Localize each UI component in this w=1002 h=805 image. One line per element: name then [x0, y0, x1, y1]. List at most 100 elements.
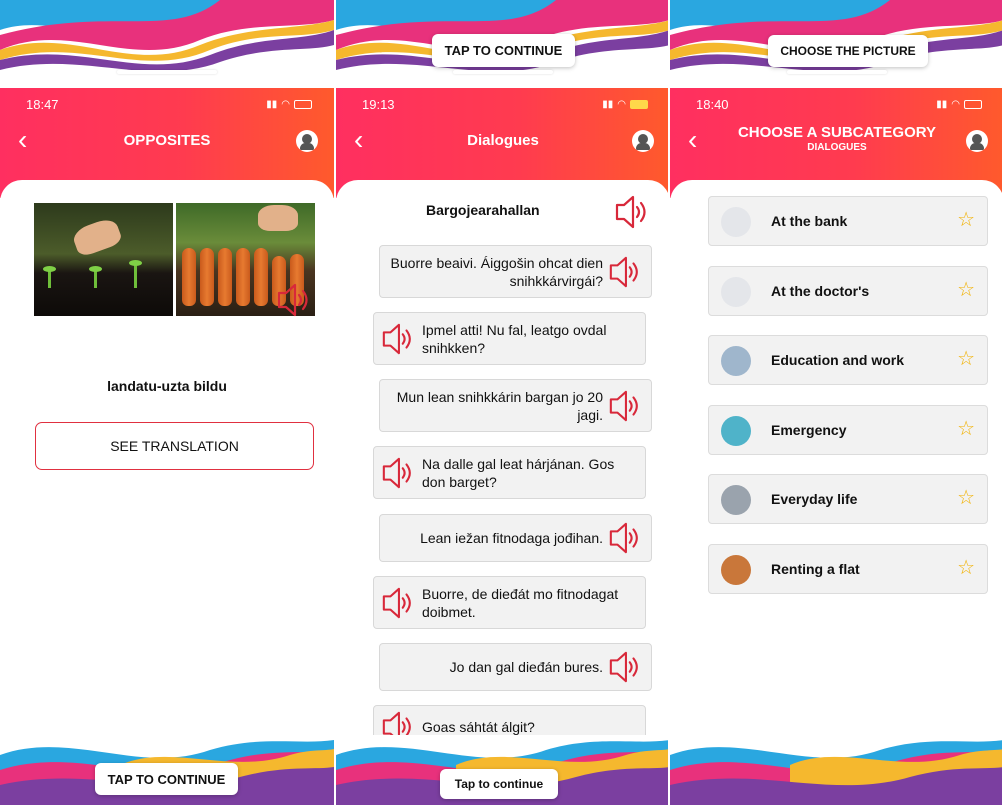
category-thumbnail-icon [721, 346, 751, 376]
subcategory-item[interactable]: Renting a flat ☆ [708, 543, 988, 594]
choose-the-picture-button[interactable]: CHOOSE THE PICTURE [768, 35, 928, 67]
status-time: 19:13 [362, 96, 395, 112]
dialogue-line-text: Ipmel atti! Nu fal, leatgo ovdal snihkke… [422, 322, 607, 356]
speaker-icon[interactable] [607, 255, 643, 289]
subcategory-item[interactable]: At the doctor's ☆ [708, 265, 988, 316]
dialogue-line[interactable]: Mun lean snihkkárin bargan jo 20 jagi. [379, 379, 652, 432]
back-chevron-icon[interactable]: ‹ [688, 126, 697, 154]
page-subtitle: DIALOGUES [807, 142, 867, 153]
drag-handle[interactable] [117, 70, 217, 74]
bottom-wave-banner [670, 735, 1002, 805]
favorite-star-icon[interactable]: ☆ [957, 557, 975, 579]
speaker-icon[interactable] [380, 322, 416, 356]
page-title: Dialogues [467, 132, 539, 149]
carrot-shape [236, 248, 250, 306]
page-title: CHOOSE A SUBCATEGORY DIALOGUES [730, 124, 944, 153]
speaker-icon[interactable] [607, 389, 643, 423]
bottom-wave-banner: TAP TO CONTINUE [0, 735, 334, 805]
content-card: At the bank ☆ At the doctor's ☆ Educatio… [670, 180, 1002, 735]
speaker-icon[interactable] [380, 456, 416, 490]
signal-icon: ▮▮ [266, 98, 278, 110]
category-thumbnail-icon [721, 554, 751, 585]
subcategory-item[interactable]: Education and work ☆ [708, 335, 988, 385]
screen-dialogues: TAP TO CONTINUE 19:13 ▮▮ ◠ ‹ Dialogues B… [334, 0, 668, 805]
status-time: 18:47 [26, 96, 59, 112]
dialogue-line-text: Na dalle gal leat hárjánan. Gos don barg… [422, 456, 615, 490]
signal-icon: ▮▮ [602, 98, 614, 110]
dialogue-line-text: Lean iežan fitnodaga jođihan. [420, 530, 603, 546]
status-icons: ▮▮ ◠ [266, 99, 312, 110]
bottom-wave-banner: Tap to continue [336, 735, 668, 805]
subcategory-list: At the bank ☆ At the doctor's ☆ Educatio… [708, 196, 988, 613]
favorite-star-icon[interactable]: ☆ [957, 418, 975, 440]
favorite-star-icon[interactable]: ☆ [957, 348, 975, 370]
page-title-text: CHOOSE A SUBCATEGORY [737, 124, 937, 141]
sprout-shape [89, 266, 102, 288]
app-screen: 18:47 ▮▮ ◠ ‹ OPPOSITES landatu-uzta bild… [0, 88, 334, 735]
app-screen: 18:40 ▮▮ ◠ ‹ CHOOSE A SUBCATEGORY DIALOG… [670, 88, 1002, 735]
back-chevron-icon[interactable]: ‹ [18, 126, 27, 154]
speaker-icon[interactable] [607, 521, 643, 555]
sprout-shape [129, 260, 142, 288]
dialogue-line-text: Buorre, de dieđát mo fitnodagat doibmet. [422, 586, 619, 620]
picture-pair [34, 203, 315, 316]
tap-to-continue-button[interactable]: TAP TO CONTINUE [432, 34, 575, 67]
status-time: 18:40 [696, 96, 729, 112]
dialogue-line[interactable]: Jo dan gal dieđán bures. [379, 643, 652, 691]
profile-avatar-icon[interactable] [296, 130, 318, 152]
phrase-text: landatu-uzta bildu [107, 378, 227, 394]
speaker-icon[interactable] [607, 650, 643, 684]
subcategory-label: Education and work [771, 352, 905, 368]
carrot-shape [218, 248, 232, 306]
planting-image [34, 203, 173, 316]
dialogue-line[interactable]: Buorre beaivi. Áiggošin ohcat dien snihk… [379, 245, 652, 298]
top-wave-banner: CHOOSE THE PICTURE [670, 0, 1002, 88]
subcategory-label: At the bank [771, 213, 848, 229]
see-translation-button[interactable]: SEE TRANSLATION [35, 422, 314, 470]
tap-to-continue-button[interactable]: Tap to continue [440, 769, 558, 799]
favorite-star-icon[interactable]: ☆ [957, 487, 975, 509]
speaker-icon[interactable] [612, 194, 652, 230]
profile-avatar-icon[interactable] [632, 130, 654, 152]
subcategory-label: At the doctor's [771, 282, 870, 299]
status-icons: ▮▮ ◠ [936, 99, 982, 110]
back-chevron-icon[interactable]: ‹ [354, 126, 363, 154]
profile-avatar-icon[interactable] [966, 130, 988, 152]
app-screen: 19:13 ▮▮ ◠ ‹ Dialogues Bargojearahallan … [336, 88, 668, 749]
drag-handle[interactable] [787, 70, 887, 74]
page-title: OPPOSITES [123, 132, 211, 149]
subcategory-item[interactable]: At the bank ☆ [708, 196, 988, 246]
speaker-icon[interactable] [274, 282, 314, 318]
category-thumbnail-icon [721, 207, 751, 237]
dialogue-line[interactable]: Lean iežan fitnodaga jođihan. [379, 514, 652, 562]
category-thumbnail-icon [721, 415, 751, 446]
tap-to-continue-button[interactable]: TAP TO CONTINUE [95, 763, 238, 795]
dialogue-line[interactable]: Ipmel atti! Nu fal, leatgo ovdal snihkke… [373, 312, 646, 365]
dialogue-header: Bargojearahallan [336, 194, 668, 230]
favorite-star-icon[interactable]: ☆ [957, 279, 975, 301]
dialogue-line[interactable]: Buorre, de dieđát mo fitnodagat doibmet. [373, 576, 646, 629]
battery-charging-icon [630, 99, 648, 109]
dialogue-line-text: Mun lean snihkkárin bargan jo 20 jagi. [396, 389, 603, 423]
favorite-star-icon[interactable]: ☆ [957, 209, 975, 231]
top-wave-banner [0, 0, 334, 88]
status-icons: ▮▮ ◠ [602, 99, 648, 110]
subcategory-label: Everyday life [771, 491, 858, 507]
category-thumbnail-icon [721, 276, 751, 307]
signal-icon: ▮▮ [936, 98, 948, 110]
status-bar: 18:47 ▮▮ ◠ [26, 96, 312, 112]
battery-icon [294, 99, 312, 109]
drag-handle[interactable] [453, 70, 553, 74]
dialogue-line-text: Buorre beaivi. Áiggošin ohcat dien snihk… [390, 255, 603, 289]
wifi-icon: ◠ [281, 98, 290, 110]
dialogue-line[interactable]: Na dalle gal leat hárjánan. Gos don barg… [373, 446, 646, 499]
carrot-shape [182, 248, 196, 306]
hand-shape [70, 215, 124, 259]
wave-decoration [670, 740, 1002, 805]
status-bar: 19:13 ▮▮ ◠ [362, 96, 648, 112]
subcategory-item[interactable]: Emergency ☆ [708, 404, 988, 455]
top-wave-banner: TAP TO CONTINUE [336, 0, 668, 88]
content-card: Bargojearahallan Buorre beaivi. Áiggošin… [336, 180, 668, 749]
speaker-icon[interactable] [380, 586, 416, 620]
subcategory-item[interactable]: Everyday life ☆ [708, 474, 988, 524]
